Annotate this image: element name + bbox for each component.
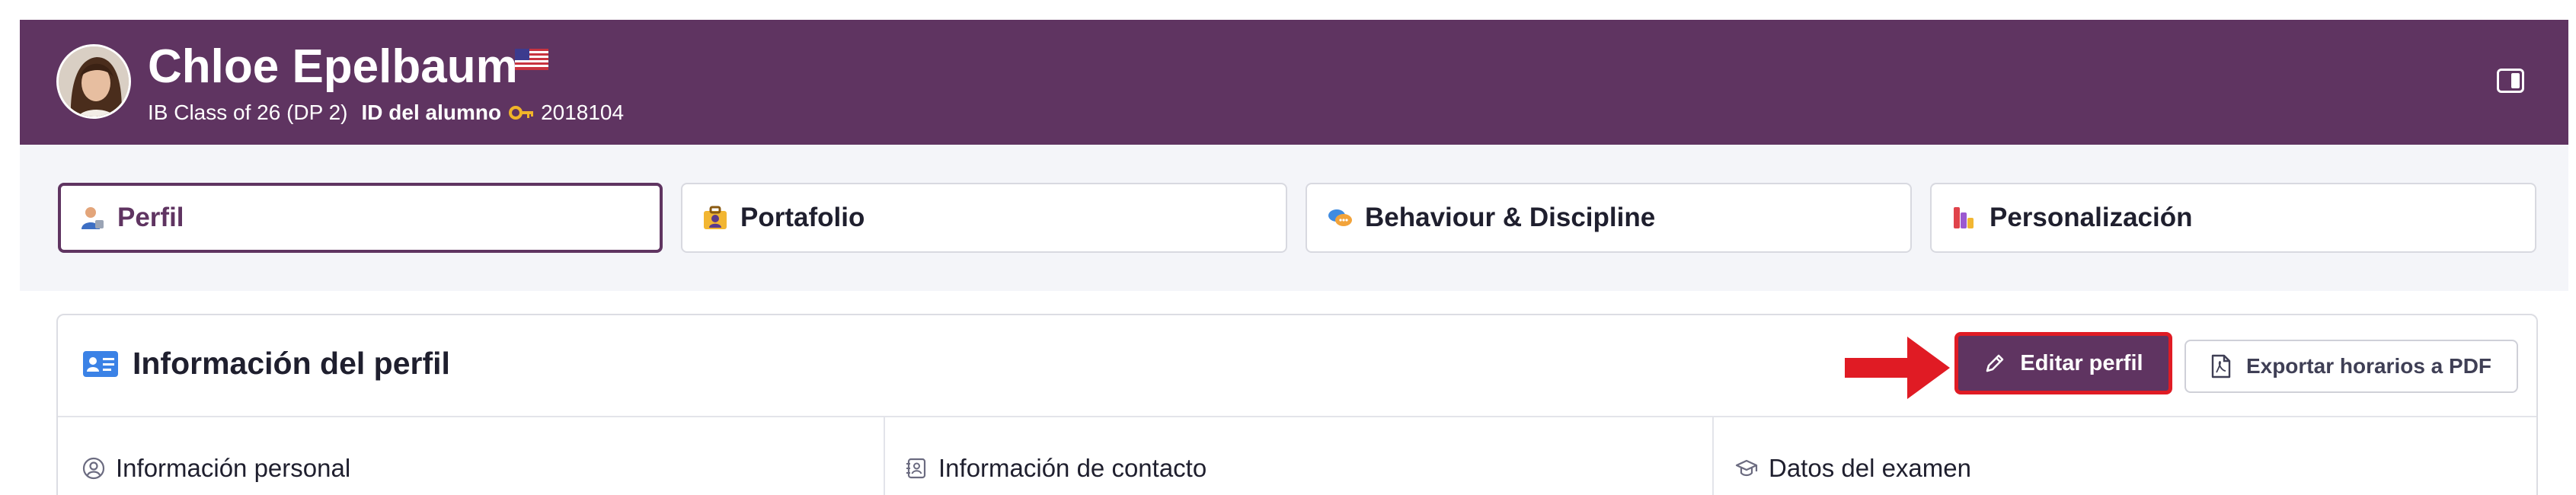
panel-toggle-button[interactable] (2497, 69, 2524, 93)
export-schedule-pdf-button[interactable]: Exportar horarios a PDF (2184, 340, 2518, 393)
student-id-label: ID del alumno (361, 101, 502, 124)
us-flag-icon (515, 49, 548, 70)
portfolio-icon (704, 206, 727, 229)
contact-book-icon (906, 458, 926, 479)
pointer-arrow-icon (1845, 337, 1950, 399)
tab-portafolio[interactable]: Portafolio (681, 183, 1287, 253)
palette-icon (1954, 207, 1974, 228)
edit-profile-label: Editar perfil (2020, 350, 2143, 375)
class-label: IB Class of 26 (DP 2) (148, 101, 348, 124)
key-icon (509, 106, 534, 120)
pdf-file-icon (2211, 354, 2231, 378)
card-divider (58, 416, 2536, 417)
tab-personalizacion[interactable]: Personalización (1930, 183, 2536, 253)
column-divider (1712, 417, 1714, 495)
pencil-icon (1986, 354, 2004, 372)
tab-label: Personalización (1990, 203, 2193, 232)
tab-behaviour-discipline[interactable]: Behaviour & Discipline (1306, 183, 1912, 253)
student-id-value: 2018104 (541, 101, 625, 124)
tab-label: Behaviour & Discipline (1365, 203, 1656, 232)
section-title: Información de contacto (938, 454, 1207, 482)
tab-label: Perfil (117, 203, 184, 232)
export-schedule-label: Exportar horarios a PDF (2245, 354, 2492, 378)
student-header: Chloe Epelbaum IB Class of 26 (DP 2) ID … (20, 20, 2568, 145)
student-name: Chloe Epelbaum (148, 40, 518, 93)
speech-bubbles-icon (1328, 209, 1352, 226)
section-exam-data: Datos del examen (1735, 454, 1971, 483)
graduation-cap-icon (1735, 459, 1758, 477)
card-title: Información del perfil (82, 346, 450, 382)
section-personal-info: Información personal (82, 454, 350, 483)
tab-label: Portafolio (740, 203, 865, 232)
user-circle-icon (82, 457, 105, 480)
edit-profile-button[interactable]: Editar perfil (1954, 332, 2172, 394)
section-title: Información personal (116, 454, 351, 482)
page-frame: Chloe Epelbaum IB Class of 26 (DP 2) ID … (20, 20, 2568, 495)
section-title: Datos del examen (1769, 454, 1971, 482)
student-subline: IB Class of 26 (DP 2) ID del alumno 2018… (148, 97, 624, 128)
person-icon (81, 207, 104, 229)
student-avatar (56, 44, 131, 119)
id-card-icon (83, 350, 118, 377)
tab-perfil[interactable]: Perfil (58, 183, 663, 253)
section-contact-info: Información de contacto (905, 454, 1207, 483)
card-title-text: Información del perfil (133, 346, 450, 381)
column-divider (884, 417, 885, 495)
profile-card: Información del perfil Editar perfil Exp… (56, 314, 2538, 495)
